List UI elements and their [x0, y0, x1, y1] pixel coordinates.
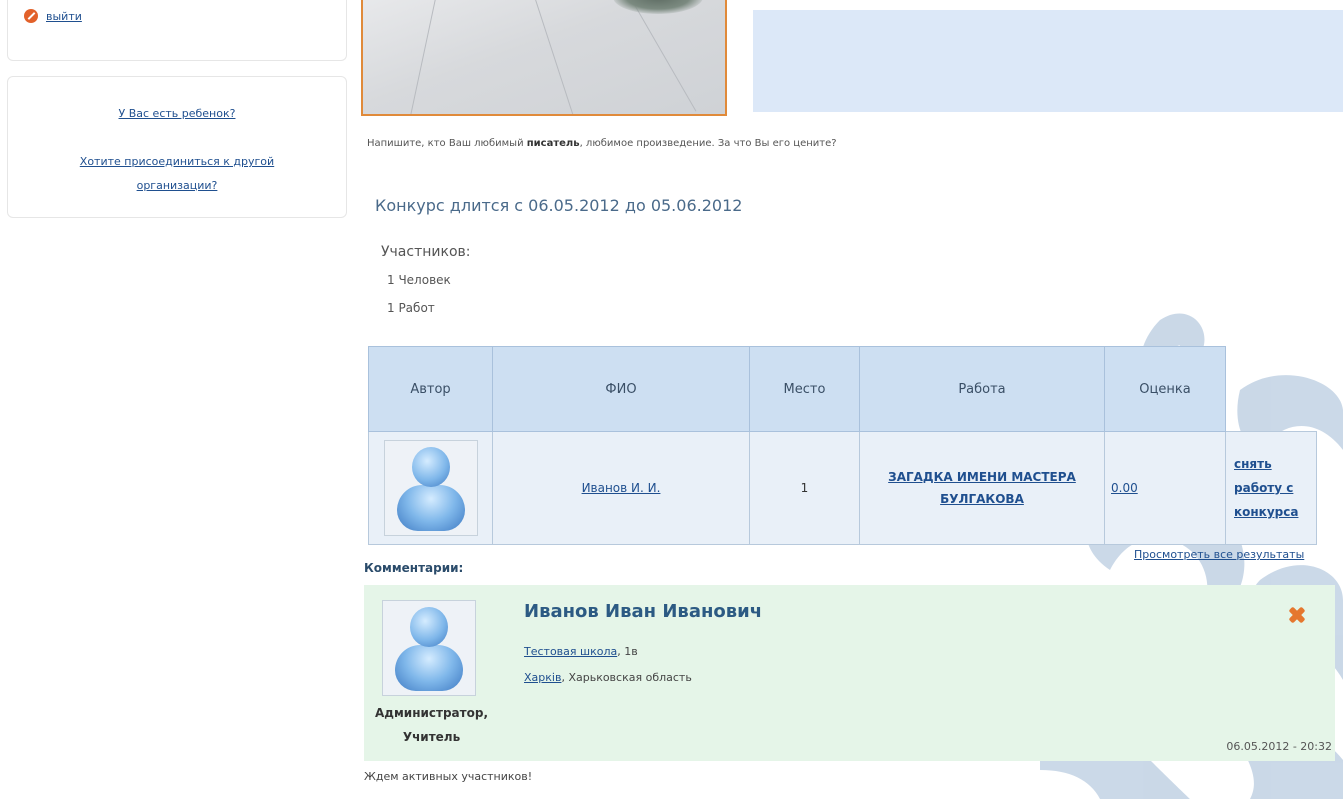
question-text: , любимое произведение. За что Вы его це…	[579, 138, 837, 149]
comment-city-line: Харків, Харьковская область	[524, 671, 692, 684]
avatar-icon	[396, 485, 465, 531]
header-score: Оценка	[1104, 346, 1226, 432]
logout-row[interactable]: выйти	[24, 9, 82, 23]
score-link[interactable]: 0.00	[1111, 481, 1138, 495]
role-line: Учитель	[402, 730, 461, 744]
join-org-link-line1[interactable]: Хотите присоединиться к другой	[8, 155, 346, 168]
header-place: Место	[749, 346, 860, 432]
logout-icon[interactable]	[24, 9, 38, 23]
footer-text: Ждем активных участников!	[364, 770, 533, 783]
remove-work-link-line1[interactable]: снять	[1234, 457, 1272, 471]
image-detail	[532, 0, 575, 114]
avatar[interactable]	[383, 440, 478, 536]
city-link[interactable]: Харків	[524, 671, 561, 684]
avatar-icon	[395, 645, 463, 691]
results-table: Автор ФИО Место Работа Оценка Иванов И. …	[368, 346, 1317, 545]
remove-cell: снять работу с конкурса	[1225, 431, 1317, 545]
people-count: 1 Человек	[387, 273, 451, 287]
has-child-link[interactable]: У Вас есть ребенок?	[8, 107, 346, 120]
comment-date: 06.05.2012 - 20:32	[1226, 740, 1332, 753]
join-org-link-line2[interactable]: организации?	[8, 179, 346, 192]
image-detail	[630, 0, 697, 112]
delete-comment-icon[interactable]	[1289, 607, 1305, 623]
question-bold: писатель	[526, 138, 580, 149]
avatar-icon	[411, 447, 450, 487]
fio-cell: Иванов И. И.	[492, 431, 750, 545]
score-cell: 0.00	[1104, 431, 1226, 545]
work-link-line1[interactable]: ЗАГАДКА ИМЕНИ МАСТЕРА	[888, 470, 1076, 484]
remove-work-link-line3[interactable]: конкурса	[1234, 505, 1298, 519]
remove-work-link-line2[interactable]: работу с	[1234, 481, 1293, 495]
image-detail	[409, 0, 438, 114]
contest-dates: Конкурс длится с 06.05.2012 до 05.06.201…	[375, 196, 743, 215]
question-text: Напишите, кто Ваш любимый	[367, 138, 527, 149]
comment-author-role: Администратор, Учитель	[364, 701, 499, 749]
banner	[753, 10, 1343, 112]
view-all-results-link[interactable]: Просмотреть все результаты	[1134, 548, 1304, 561]
comment-avatar-wrap	[382, 600, 476, 696]
work-link-line2[interactable]: БУЛГАКОВА	[940, 492, 1024, 506]
header-empty	[1226, 347, 1317, 432]
school-link[interactable]: Тестовая школа	[524, 645, 617, 658]
region-text: , Харьковская область	[561, 671, 692, 684]
author-cell	[368, 431, 493, 545]
author-link[interactable]: Иванов И. И.	[582, 481, 661, 495]
logout-link[interactable]: выйти	[46, 10, 82, 23]
works-count: 1 Работ	[387, 301, 435, 315]
comment-author-name: Иванов Иван Иванович	[524, 601, 763, 622]
sidebar-user-box: выйти	[7, 0, 347, 61]
header-author: Автор	[368, 346, 493, 432]
place-cell: 1	[749, 431, 860, 545]
role-line: Администратор,	[375, 706, 488, 720]
header-fio: ФИО	[492, 346, 750, 432]
table-row: Иванов И. И. 1 ЗАГАДКА ИМЕНИ МАСТЕРА БУЛ…	[368, 431, 1317, 545]
table-header-row: Автор ФИО Место Работа Оценка	[368, 346, 1317, 432]
sidebar-links-box: У Вас есть ребенок? Хотите присоединитьс…	[7, 76, 347, 218]
work-cell: ЗАГАДКА ИМЕНИ МАСТЕРА БУЛГАКОВА	[859, 431, 1105, 545]
comments-title: Комментарии:	[364, 561, 464, 575]
class-text: , 1в	[617, 645, 638, 658]
avatar-icon	[410, 607, 448, 647]
contest-image	[361, 0, 727, 116]
comment-school-line: Тестовая школа, 1в	[524, 645, 638, 658]
participants-title: Участников:	[381, 244, 471, 260]
contest-question: Напишите, кто Ваш любимый писатель, люби…	[367, 138, 837, 149]
comment-item: Администратор, Учитель Иванов Иван Ивано…	[364, 585, 1335, 761]
header-work: Работа	[859, 346, 1105, 432]
avatar[interactable]	[382, 600, 476, 696]
image-detail	[613, 0, 703, 14]
